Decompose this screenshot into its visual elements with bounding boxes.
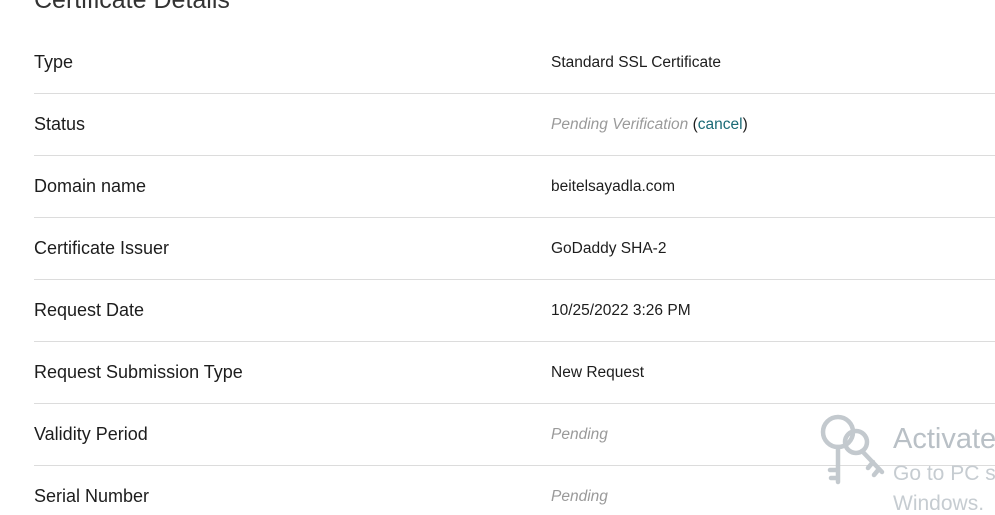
certificate-details-page: Certificate Details Type Standard SSL Ce… bbox=[0, 0, 995, 515]
detail-value: Standard SSL Certificate bbox=[551, 54, 722, 71]
detail-label: Type bbox=[34, 52, 74, 72]
detail-label: Validity Period bbox=[34, 424, 148, 444]
detail-value: Pending bbox=[551, 488, 608, 505]
status-value: Pending Verification (cancel) bbox=[551, 115, 748, 135]
detail-row-domain-name: Domain name beitelsayadla.com bbox=[34, 156, 995, 218]
section-title: Certificate Details bbox=[34, 0, 230, 14]
detail-value: Pending bbox=[551, 426, 608, 443]
paren-close: ) bbox=[742, 116, 748, 133]
detail-row-submission-type: Request Submission Type New Request bbox=[34, 342, 995, 404]
detail-value: beitelsayadla.com bbox=[551, 178, 676, 195]
detail-label: Domain name bbox=[34, 176, 147, 196]
detail-value: GoDaddy SHA-2 bbox=[551, 240, 667, 257]
watermark-line: Windows. bbox=[893, 492, 985, 515]
detail-row-request-date: Request Date 10/25/2022 3:26 PM bbox=[34, 280, 995, 342]
detail-value: 10/25/2022 3:26 PM bbox=[551, 302, 691, 319]
detail-label: Serial Number bbox=[34, 486, 150, 506]
windows-activation-watermark: Activate Go to PC s Windows. bbox=[818, 412, 995, 515]
status-text: Pending Verification bbox=[551, 116, 689, 133]
detail-row-status: Status Pending Verification (cancel) bbox=[34, 94, 995, 156]
detail-label: Status bbox=[34, 114, 86, 134]
detail-row-certificate-issuer: Certificate Issuer GoDaddy SHA-2 bbox=[34, 218, 995, 280]
cancel-link[interactable]: cancel bbox=[698, 116, 743, 133]
key-icon bbox=[820, 414, 885, 485]
detail-row-type: Type Standard SSL Certificate bbox=[34, 32, 995, 94]
detail-value: New Request bbox=[551, 364, 645, 381]
detail-label: Request Submission Type bbox=[34, 362, 243, 382]
detail-label: Request Date bbox=[34, 300, 145, 320]
detail-label: Certificate Issuer bbox=[34, 238, 170, 258]
watermark-line: Go to PC s bbox=[893, 462, 995, 485]
watermark-title: Activate bbox=[893, 423, 995, 455]
